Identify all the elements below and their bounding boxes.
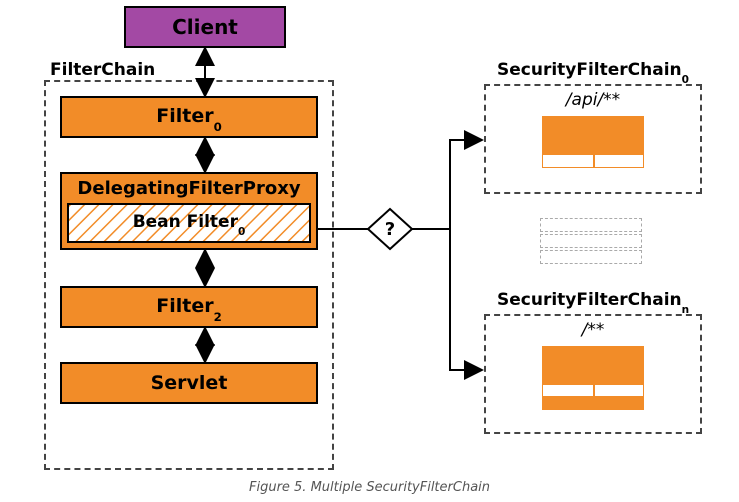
client-box: Client (124, 6, 286, 48)
bean-filter-box: Bean Filter0 (67, 203, 311, 243)
svg-text:?: ? (385, 219, 395, 240)
filter0-label: Filter0 (156, 105, 222, 130)
delegating-filter-proxy-box: DelegatingFilterProxy Bean Filter0 (60, 172, 318, 250)
filterchain-container (44, 80, 334, 470)
sfcn-pattern: /** (582, 320, 605, 340)
sfc0-title: SecurityFilterChain0 (497, 60, 689, 82)
filter2-box: Filter2 (60, 286, 318, 328)
filterchain-label: FilterChain (50, 60, 155, 80)
filter0-box: Filter0 (60, 96, 318, 138)
sfcn-title: SecurityFilterChainn (497, 290, 689, 312)
delegating-label: DelegatingFilterProxy (77, 178, 300, 199)
bean-filter-label: Bean Filter0 (129, 212, 250, 234)
client-label: Client (172, 15, 238, 39)
sfc0-filters-stack (542, 116, 644, 166)
sfc0-container: /api/** (484, 84, 702, 194)
sfcn-filters-stack (542, 346, 644, 409)
figure-caption: Figure 5. Multiple SecurityFilterChain (0, 480, 739, 495)
servlet-box: Servlet (60, 362, 318, 404)
filter2-label: Filter2 (156, 295, 222, 320)
sfcn-container: /** (484, 314, 702, 434)
sfc0-pattern: /api/** (566, 90, 620, 110)
servlet-label: Servlet (151, 372, 228, 394)
middle-filters-stack (540, 218, 642, 264)
